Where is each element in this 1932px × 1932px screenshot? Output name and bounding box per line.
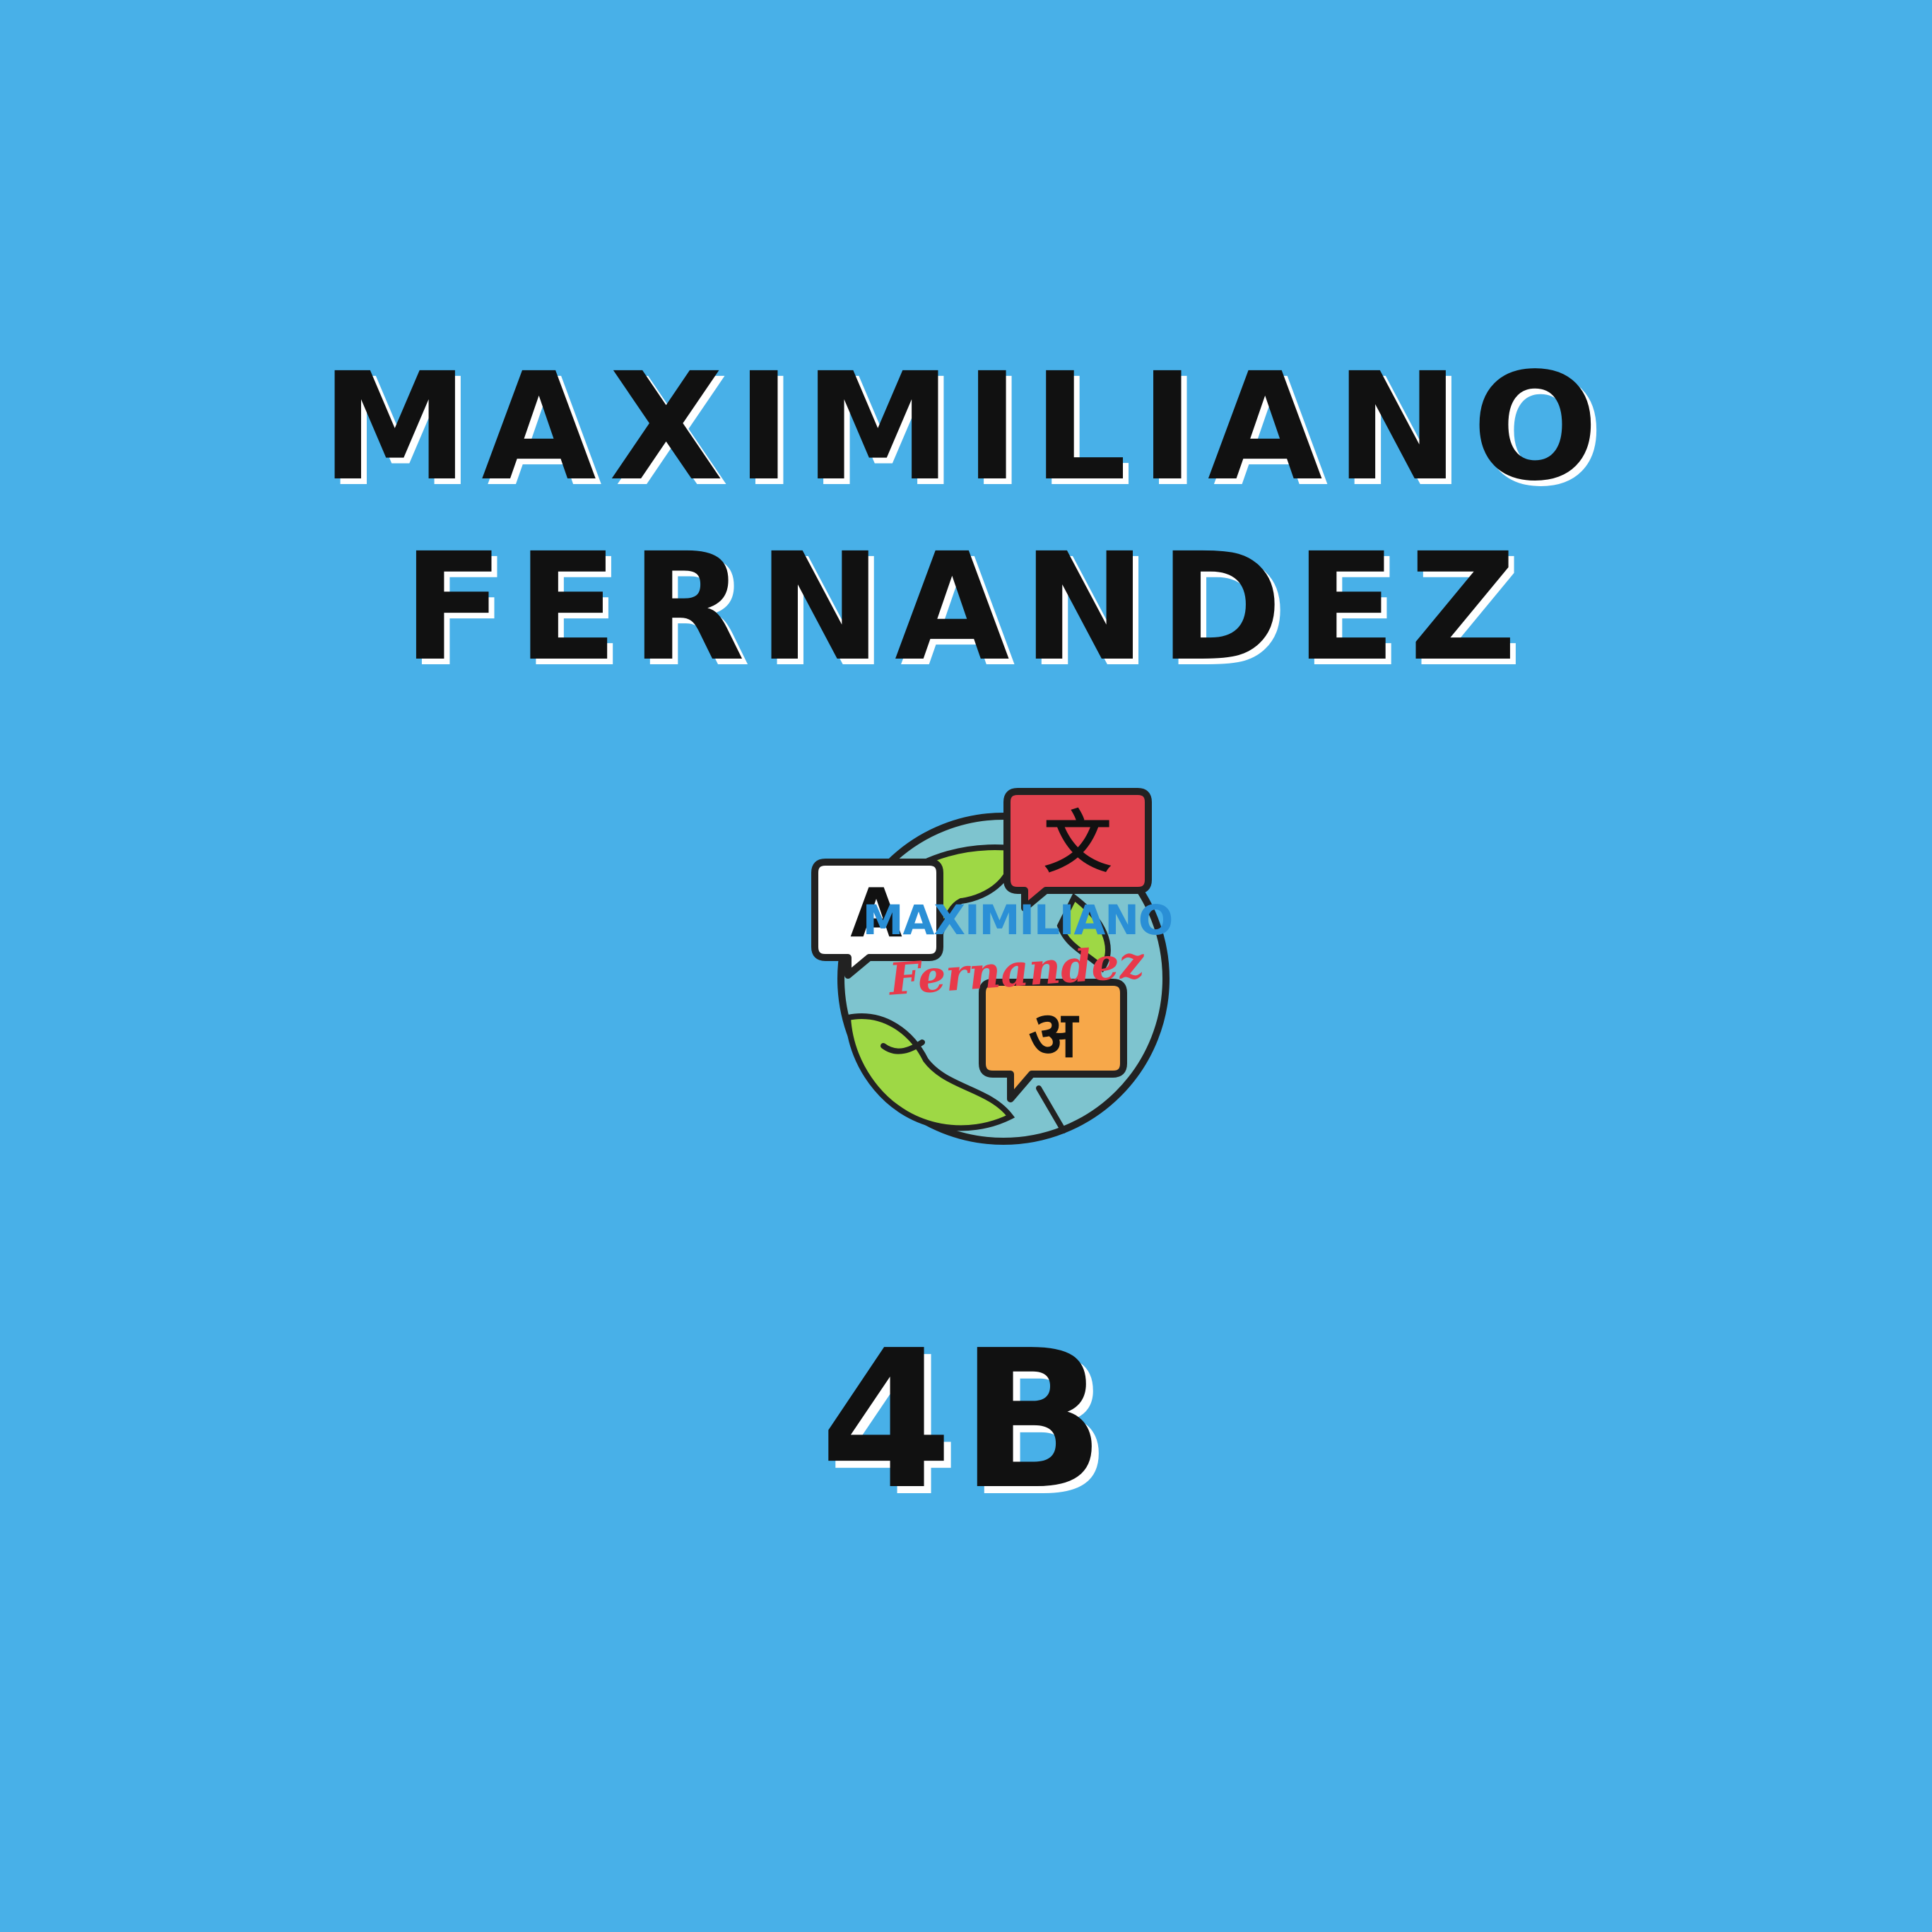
chinese-glyph: 文: [1044, 804, 1111, 882]
class-label: 4B: [820, 1309, 1112, 1531]
title-first-name: MAXIMILIANO: [321, 341, 1611, 514]
hindi-glyph: अ: [1029, 998, 1080, 1072]
cover-page: MAXIMILIANO FERNANDEZ 文 A अ MAXIMILIANO …: [0, 0, 1932, 1932]
chinese-bubble: 文: [1003, 788, 1152, 912]
title-last-name: FERNANDEZ: [402, 521, 1530, 694]
translation-globe-icon: 文 A अ MAXIMILIANO Fernandez: [806, 777, 1187, 1159]
